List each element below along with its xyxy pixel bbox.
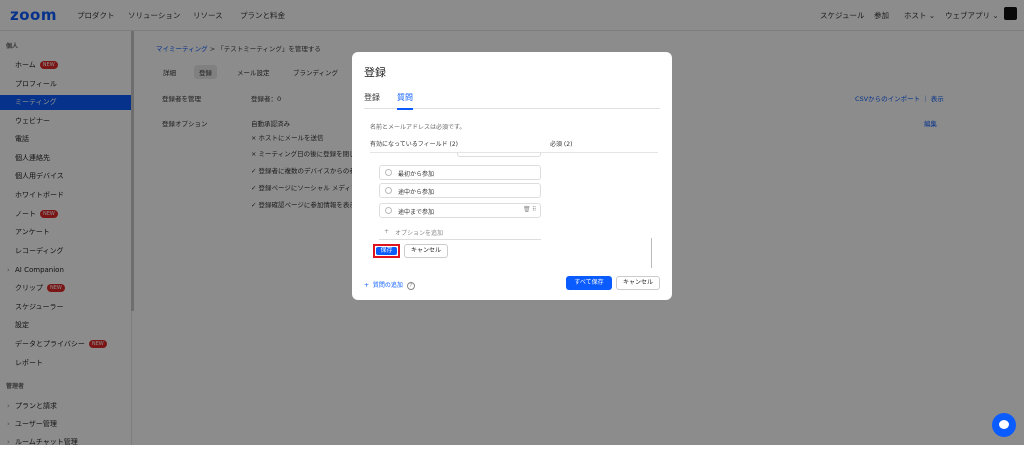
add-question-link[interactable]: + 質問の追加? xyxy=(364,280,415,290)
modal-cancel-button[interactable]: キャンセル xyxy=(616,276,660,290)
radio-icon xyxy=(385,207,392,214)
registration-modal: 登録 登録 質問 名前とメールアドレスは必須です。 有効になっているフィールド … xyxy=(352,52,672,300)
modal-tab-registration[interactable]: 登録 xyxy=(364,92,380,103)
answer-option-row[interactable]: 途中まで参加 🗑 ⠿ xyxy=(379,203,541,218)
save-button[interactable]: 保存 xyxy=(373,244,400,258)
answer-option-text[interactable]: 途中まで参加 xyxy=(398,207,434,216)
answer-option-text[interactable]: 最初から参加 xyxy=(398,169,434,178)
drag-handle-icon[interactable]: ⠿ xyxy=(532,206,536,213)
trash-icon[interactable]: 🗑 xyxy=(523,206,531,213)
cancel-button[interactable]: キャンセル xyxy=(404,244,448,258)
required-fields-header: 必須 (2) xyxy=(550,141,573,148)
help-icon[interactable]: ? xyxy=(406,282,415,290)
modal-tab-questions[interactable]: 質問 xyxy=(397,92,413,110)
answer-option-text[interactable]: 途中から参加 xyxy=(398,187,434,196)
radio-icon xyxy=(385,187,392,194)
plus-icon: + xyxy=(384,228,390,235)
add-option-input[interactable]: + オプションを追加 xyxy=(379,225,541,240)
modal-scrollbar[interactable] xyxy=(651,238,652,268)
answer-option-row[interactable]: 途中から参加 xyxy=(379,183,541,198)
chat-support-icon[interactable] xyxy=(992,413,1016,437)
question-field-edge xyxy=(457,152,541,157)
save-all-button[interactable]: すべて保存 xyxy=(566,276,612,290)
enabled-fields-header: 有効になっているフィールド (2) xyxy=(370,141,458,148)
modal-tabs: 登録 質問 xyxy=(364,92,660,110)
radio-icon xyxy=(385,169,392,176)
modal-title: 登録 xyxy=(364,66,386,79)
required-note: 名前とメールアドレスは必須です。 xyxy=(370,124,466,131)
answer-option-row[interactable]: 最初から参加 xyxy=(379,165,541,180)
